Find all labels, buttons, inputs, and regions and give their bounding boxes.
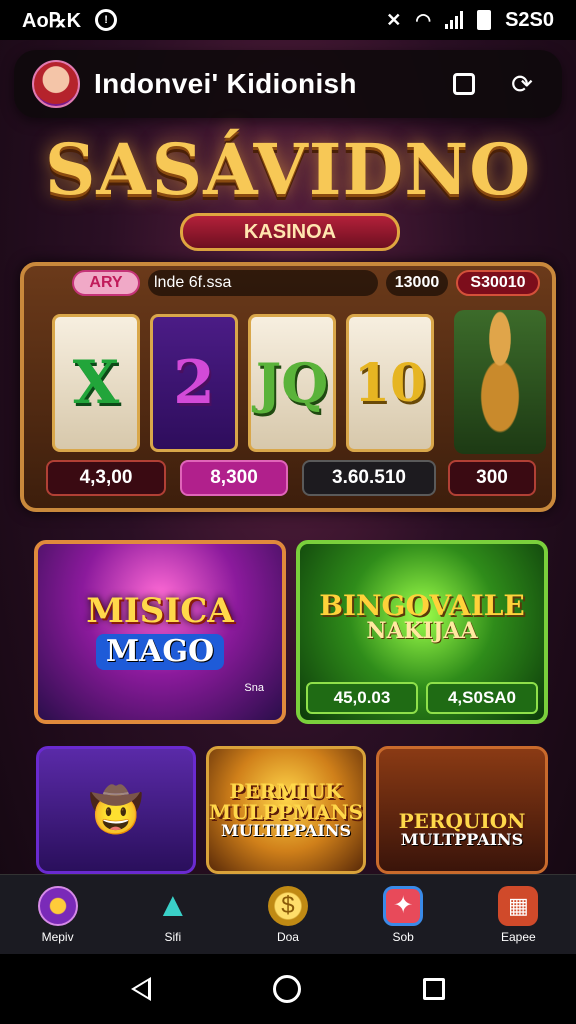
- game-title: MISICA: [86, 591, 234, 632]
- bingo-bet-button-1[interactable]: 45,0.03: [306, 682, 418, 714]
- nav-label: Doa: [276, 929, 299, 944]
- status-left: Aᴏ℞K !: [22, 8, 118, 33]
- notification-icon: !: [95, 9, 118, 31]
- slot-value-4[interactable]: 300: [448, 460, 536, 496]
- header-title: Indonvei' Kidionish: [94, 68, 357, 99]
- status-right: ✕ ◠ S2S0: [386, 9, 554, 32]
- cowboy-dog-image: 🤠: [88, 786, 144, 835]
- app-card-icon: ✦: [383, 885, 424, 926]
- star-badge-icon: [37, 885, 78, 926]
- status-text: Aᴏ℞K: [22, 9, 82, 32]
- slot-info-text: lnde 6f.ssa: [148, 270, 378, 296]
- recent-apps-icon[interactable]: [423, 978, 445, 1000]
- system-nav-bar: [0, 954, 576, 1024]
- wifi-icon: ◠: [415, 9, 432, 30]
- nav-label: Sifi: [164, 929, 182, 944]
- game-subtitle: MAGO: [95, 634, 225, 670]
- nav-label: Eapee: [500, 929, 536, 944]
- signal-icon: [445, 11, 464, 29]
- reel-2: 2: [150, 314, 238, 452]
- status-time: S2S0: [505, 8, 554, 31]
- slot-info-bar: ARY lnde 6f.ssa 13000 S30010: [72, 268, 562, 298]
- reel-symbol: X: [72, 348, 120, 418]
- slot-machine[interactable]: ARY lnde 6f.ssa 13000 S30010 X 2 JQ 10 4…: [20, 262, 556, 512]
- square-icon: [453, 73, 475, 95]
- game-subtitle: MULTIPPAINS: [221, 820, 351, 840]
- slot-value-1[interactable]: 4,3,00: [46, 460, 166, 496]
- casino-logo: SASÁVIDNO: [44, 128, 532, 211]
- bottom-nav: Mepiv ▲ Sifi $ Doa ✦ Sob ▦ Eapee: [0, 874, 576, 954]
- slot-value-3[interactable]: 3.60.510: [302, 460, 436, 496]
- app-header: Indonvei' Kidionish ⟳: [14, 50, 562, 118]
- game-title: PERQUION: [398, 809, 526, 834]
- game-tag: Sna: [244, 682, 264, 694]
- game-card-bingovaile[interactable]: BINGOVAILE NAKIJAA 45,0.03 4,S0SA0: [296, 540, 548, 724]
- nav-item-eapee[interactable]: ▦ Eapee: [473, 885, 563, 944]
- slot-value-2[interactable]: 8,300: [180, 460, 288, 496]
- nav-item-mepiv[interactable]: Mepiv: [13, 885, 103, 944]
- slot-badge[interactable]: ARY: [72, 270, 140, 296]
- game-card-perquion[interactable]: PERQUION MULTPPAINS: [376, 746, 548, 874]
- cowgirl-character-image: [454, 310, 546, 454]
- game-subtitle: NAKIJAA: [366, 618, 478, 645]
- logo-subtitle: KASINOA: [180, 213, 400, 251]
- nav-label: Sob: [392, 929, 414, 944]
- triangle-logo-icon: ▲: [155, 886, 190, 924]
- battery-icon: [477, 10, 492, 30]
- coin-icon: $: [267, 885, 308, 926]
- reel-symbol: 10: [353, 352, 427, 414]
- game-card-western[interactable]: 🤠: [36, 746, 196, 874]
- game-title: BINGOVAILE: [319, 588, 525, 622]
- refresh-button[interactable]: ⟳: [500, 62, 544, 106]
- nav-label: Mepiv: [41, 929, 74, 944]
- game-subtitle: MULTPPAINS: [400, 830, 524, 850]
- briefcase-icon: ▦: [498, 885, 539, 926]
- nav-item-sob[interactable]: ✦ Sob: [358, 885, 448, 944]
- game-title: PERMIUK MULPPMANS: [208, 778, 364, 824]
- reel-symbol: 2: [173, 348, 215, 418]
- reel-symbol: JQ: [255, 351, 329, 415]
- nav-item-sifi[interactable]: ▲ Sifi: [128, 886, 218, 944]
- status-bar: Aᴏ℞K ! ✕ ◠ S2S0: [0, 0, 576, 40]
- nav-item-doa[interactable]: $ Doa: [243, 885, 333, 944]
- slot-credit: S30010: [456, 270, 540, 296]
- reel-1: X: [52, 314, 140, 452]
- bingo-bet-button-2[interactable]: 4,S0SA0: [426, 682, 538, 714]
- reel-3: JQ: [248, 314, 336, 452]
- home-icon[interactable]: [273, 975, 301, 1003]
- avatar[interactable]: [32, 60, 80, 108]
- back-icon[interactable]: [131, 977, 151, 1001]
- window-button[interactable]: [442, 62, 486, 106]
- mute-icon: ✕: [386, 9, 402, 30]
- game-card-misica-mago[interactable]: MISICA MAGO Sna: [34, 540, 286, 724]
- reel-4: 10: [346, 314, 434, 452]
- refresh-icon: ⟳: [511, 68, 533, 99]
- game-card-permiuk[interactable]: PERMIUK MULPPMANS MULTIPPAINS: [206, 746, 366, 874]
- slot-count: 13000: [386, 270, 448, 296]
